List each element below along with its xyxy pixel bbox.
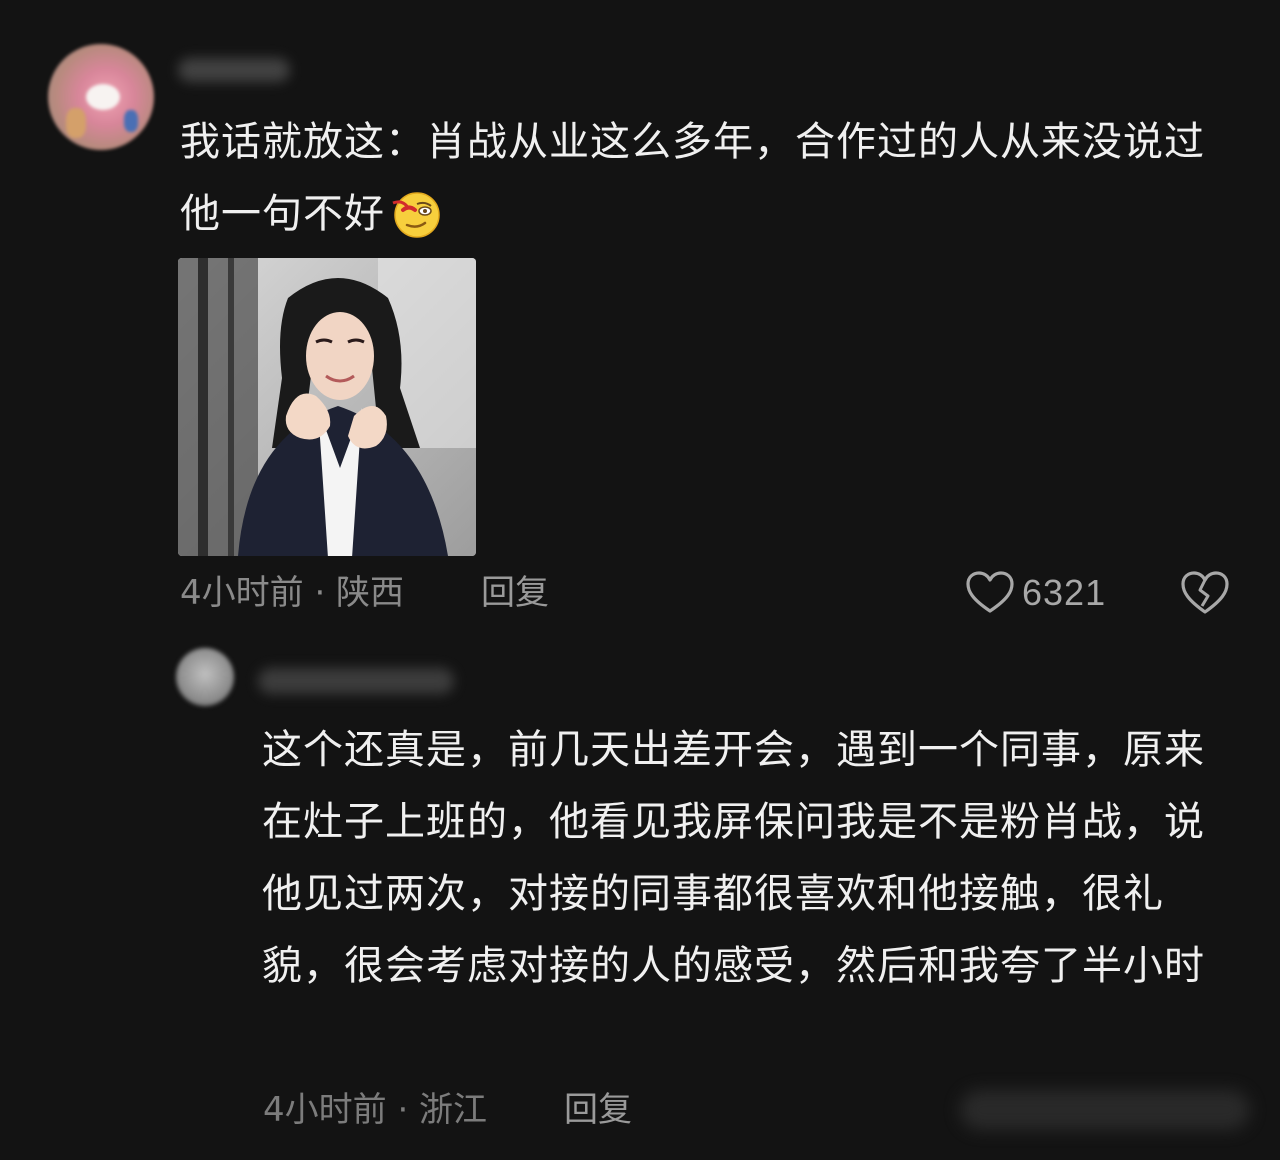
comment-image[interactable] [178,258,476,556]
broken-heart-icon[interactable] [1180,570,1230,616]
comment-body: 我话就放这：肖战从业这么多年，合作过的人从来没说过他一句不好 [180,106,1240,250]
reply-meta: 4小时前 · 浙江 [263,1090,488,1130]
like-button[interactable]: 6321 [966,568,1106,618]
reply-reply-button[interactable]: 回复 [564,1087,632,1133]
reply-commenter-name-blurred[interactable] [258,668,454,694]
reply-button[interactable]: 回复 [481,570,549,616]
comment-text: 我话就放这：肖战从业这么多年，合作过的人从来没说过他一句不好 [180,119,1205,237]
heart-outline-icon[interactable] [966,571,1014,615]
smirk-emoji-icon [392,192,440,238]
watermark-blurred [960,1090,1250,1130]
woman-photo-icon [178,258,476,556]
commenter-name-blurred[interactable] [178,58,290,82]
comment-meta: 4小时前 · 陕西 [180,573,405,613]
commenter-avatar[interactable] [48,44,154,150]
reply-commenter-avatar[interactable] [176,648,234,706]
reply-body: 这个还真是，前几天出差开会，遇到一个同事，原来在灶子上班的，他看见我屏保问我是不… [262,727,1205,989]
like-count: 6321 [1022,572,1107,613]
